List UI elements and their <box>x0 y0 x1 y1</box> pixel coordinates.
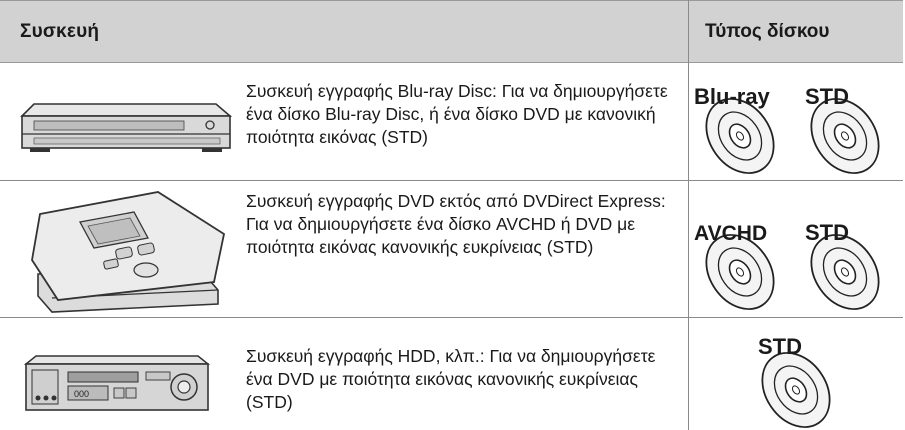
device-column-header: Συσκευή <box>20 21 100 42</box>
column-divider <box>688 0 689 430</box>
disc-label: STD <box>805 220 849 245</box>
disc-label: Blu-ray <box>694 84 771 109</box>
dvd-writer-icon <box>31 191 226 313</box>
table-header: Συσκευή Τύπος δίσκου <box>0 0 903 63</box>
row-description: Συσκευή εγγραφής HDD, κλπ.: Για να δημιο… <box>246 346 656 412</box>
std-disc-icon: STD <box>758 334 831 428</box>
row-description: Συσκευή εγγραφής DVD εκτός από DVDirect … <box>246 191 666 257</box>
std-disc-icon: STD <box>805 84 880 174</box>
row-description: Συσκευή εγγραφής Blu-ray Disc: Για να δη… <box>246 81 668 147</box>
disc-label: AVCHD <box>694 222 767 245</box>
disc-compatibility-table: Συσκευή Τύπος δίσκου Συσκευή εγγραφής Bl… <box>0 0 903 430</box>
bluray-disc-icon: Blu-ray <box>694 84 775 174</box>
disc-label: STD <box>805 84 849 109</box>
hdd-recorder-icon: 000 <box>23 355 211 411</box>
bluray-recorder-icon <box>20 103 233 152</box>
svg-text:000: 000 <box>74 389 89 399</box>
row-divider <box>0 317 903 318</box>
row-divider <box>0 180 903 181</box>
std-disc-icon: STD <box>805 220 880 310</box>
avchd-disc-icon: AVCHD <box>694 222 775 310</box>
disc-label: STD <box>758 334 802 359</box>
disc-type-column-header: Τύπος δίσκου <box>705 21 830 42</box>
